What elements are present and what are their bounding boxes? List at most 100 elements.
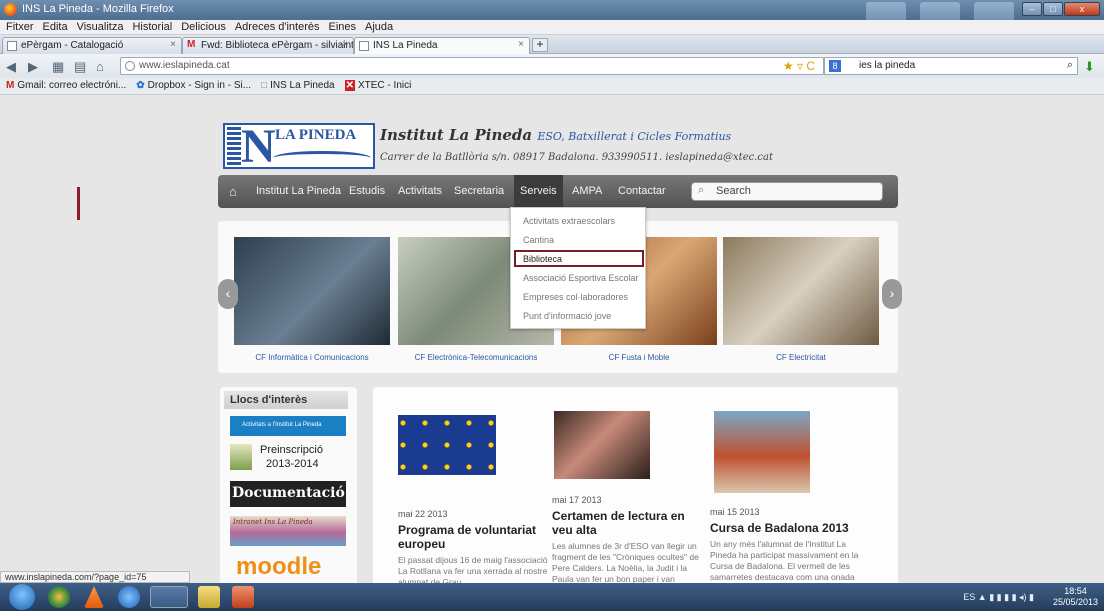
google-icon[interactable]: 8 — [829, 60, 841, 72]
slide-caption[interactable]: CF Fusta i Moble — [561, 353, 717, 362]
news-title[interactable]: Cursa de Badalona 2013 — [710, 521, 870, 535]
url-bar[interactable]: www.ieslapineda.cat ★ ▿ C — [120, 57, 824, 75]
firefox-taskbar-button[interactable] — [150, 586, 188, 608]
web-page: N LA PINEDA Institut La Pineda ESO, Batx… — [0, 95, 1104, 583]
tabbar: ePèrgam - Catalogació × M Fwd: Bibliotec… — [0, 35, 1104, 54]
news-image-lectura[interactable] — [554, 411, 650, 479]
download-icon[interactable]: ⬇ — [1084, 59, 1095, 75]
tab-label: ePèrgam - Catalogació — [21, 40, 124, 51]
chrome-icon[interactable] — [48, 586, 70, 608]
language-indicator[interactable]: ES — [963, 592, 975, 602]
navigation-toolbar: ◀ ▶ ▦ ▤ ⌂ www.ieslapineda.cat ★ ▿ C 8 ie… — [0, 54, 1104, 78]
sidebar-icon[interactable]: ▤ — [74, 59, 86, 75]
news-date: mai 15 2013 — [710, 507, 760, 517]
site-main-nav: ⌂ Institut La Pineda Estudis Activitats … — [218, 175, 898, 208]
bookmark-ins-la-pineda[interactable]: □ INS La Pineda — [261, 80, 335, 92]
menu-ajuda[interactable]: Ajuda — [363, 21, 395, 33]
slide-caption[interactable]: CF Informàtica i Comunicacions — [234, 353, 390, 362]
clock[interactable]: 18:54 25/05/2013 — [1053, 586, 1098, 608]
tab-close-icon[interactable]: × — [342, 39, 348, 50]
site-name-main: Institut La Pineda — [380, 126, 533, 144]
tab-ins-la-pineda[interactable]: INS La Pineda × — [354, 37, 530, 54]
vlc-icon[interactable] — [84, 586, 104, 608]
dropdown-item-punt-info[interactable]: Punt d'informació jove — [514, 308, 644, 325]
bookmark-dropbox[interactable]: ✿ Dropbox - Sign in - Si... — [136, 80, 251, 92]
tab-epergam[interactable]: ePèrgam - Catalogació × — [2, 37, 182, 54]
back-arrow-icon[interactable]: ◀ — [6, 59, 16, 75]
gmail-icon: M — [6, 80, 15, 91]
windows-taskbar: ES ▲ ▮ ▮ ▮ ▮ ◂) ▮ 18:54 25/05/2013 — [0, 583, 1104, 611]
search-icon[interactable]: ⌕ — [1067, 59, 1073, 72]
browser-search-box[interactable]: 8 ies la pineda ⌕ — [824, 57, 1078, 75]
dropdown-item-associacio[interactable]: Associació Esportiva Escolar — [514, 270, 644, 287]
gmail-icon: M — [187, 39, 196, 50]
xtec-icon: ✕ — [344, 80, 355, 91]
maximize-button[interactable]: □ — [1043, 2, 1063, 16]
banner-activitats[interactable]: Activitats a l'Institut La Pineda — [230, 416, 346, 436]
tab-gmail[interactable]: M Fwd: Biblioteca ePèrgam - silviainthe.… — [182, 37, 354, 54]
news-title[interactable]: Certamen de lectura en veu alta — [552, 509, 702, 537]
close-button[interactable]: x — [1064, 2, 1100, 16]
carousel-prev-arrow-icon[interactable]: ‹ — [218, 279, 238, 309]
logo-letter: N — [241, 120, 276, 173]
new-tab-button[interactable]: + — [532, 38, 548, 52]
ie-icon[interactable] — [118, 586, 140, 608]
home-icon[interactable]: ⌂ — [229, 184, 237, 199]
window-titlebar: INS La Pineda - Mozilla Firefox – □ x — [0, 0, 1104, 42]
bookmark-star-icon[interactable]: ★ ▿ C — [783, 59, 815, 73]
bookmark-gmail[interactable]: M Gmail: correo electróni... — [6, 80, 126, 92]
dropdown-item-biblioteca[interactable]: Biblioteca — [514, 250, 644, 267]
home-icon[interactable]: ⌂ — [96, 59, 104, 74]
banner-moodle[interactable]: moodle — [230, 553, 346, 583]
menu-eines[interactable]: Eines — [327, 21, 359, 33]
tab-close-icon[interactable]: × — [170, 39, 176, 50]
menu-delicious[interactable]: Delicious — [179, 21, 228, 33]
bookmark-manager-icon[interactable]: ▦ — [52, 59, 64, 75]
dropdown-item-activitats[interactable]: Activitats extraescolars — [514, 213, 644, 230]
dropdown-item-cantina[interactable]: Cantina — [514, 232, 644, 249]
logo-text: LA PINEDA — [275, 127, 357, 143]
slide-image-electricitat[interactable] — [723, 237, 879, 345]
site-name-sub: ESO, Batxillerat i Cicles Formatius — [537, 130, 732, 143]
slide-caption[interactable]: CF Electrònica-Telecomunicacions — [398, 353, 554, 362]
banner-preinscripcio[interactable]: Preinscripció 2013-2014 — [230, 442, 346, 476]
banner-documentacio[interactable]: Documentació — [230, 481, 346, 507]
nav-contactar[interactable]: Contactar — [618, 185, 666, 197]
menubar: Fitxer Edita Visualitza Historial Delici… — [0, 20, 1104, 35]
bookmark-xtec[interactable]: ✕ XTEC - Inici — [344, 80, 411, 92]
site-identity-icon[interactable] — [125, 61, 135, 71]
nav-secretaria[interactable]: Secretaria — [454, 185, 504, 197]
nav-activitats[interactable]: Activitats — [398, 185, 442, 197]
nav-institut[interactable]: Institut La Pineda — [256, 185, 341, 197]
nav-serveis[interactable]: Serveis — [514, 175, 563, 208]
office-icon[interactable] — [232, 586, 254, 608]
menu-adreces[interactable]: Adreces d'interès — [233, 21, 322, 33]
forward-arrow-icon[interactable]: ▶ — [28, 59, 38, 75]
banner-documentacio-text: Documentació — [232, 485, 345, 501]
minimize-button[interactable]: – — [1022, 2, 1042, 16]
start-button[interactable] — [9, 584, 35, 610]
tab-label: INS La Pineda — [373, 40, 438, 51]
menu-fitxer[interactable]: Fitxer — [4, 21, 36, 33]
window-controls: – □ x — [1021, 2, 1100, 16]
window-title: INS La Pineda - Mozilla Firefox — [22, 3, 174, 15]
nav-estudis[interactable]: Estudis — [349, 185, 385, 197]
dropdown-item-empreses[interactable]: Empreses col·laboradores — [514, 289, 644, 306]
banner-activitats-text: Activitats a l'Institut La Pineda — [242, 422, 322, 428]
system-tray: ES ▲ ▮ ▮ ▮ ▮ ◂) ▮ — [963, 592, 1034, 602]
slide-image-informatica[interactable] — [234, 237, 390, 345]
news-title[interactable]: Programa de voluntariat europeu — [398, 523, 548, 551]
menu-visualitza[interactable]: Visualitza — [75, 21, 126, 33]
menu-edita[interactable]: Edita — [41, 21, 70, 33]
nav-ampa[interactable]: AMPA — [572, 185, 602, 197]
news-image-cursa[interactable] — [714, 411, 810, 493]
explorer-icon[interactable] — [198, 586, 220, 608]
site-logo[interactable]: N LA PINEDA — [223, 120, 375, 173]
menu-historial[interactable]: Historial — [130, 21, 174, 33]
carousel-next-arrow-icon[interactable]: › — [882, 279, 902, 309]
site-search-input[interactable]: ⌕ Search — [691, 182, 883, 201]
tab-close-icon[interactable]: × — [518, 39, 524, 50]
banner-intranet[interactable]: Intranet Ins La Pineda — [230, 516, 346, 546]
slide-caption[interactable]: CF Electricitat — [723, 353, 879, 362]
eu-flag-image[interactable] — [398, 415, 496, 475]
